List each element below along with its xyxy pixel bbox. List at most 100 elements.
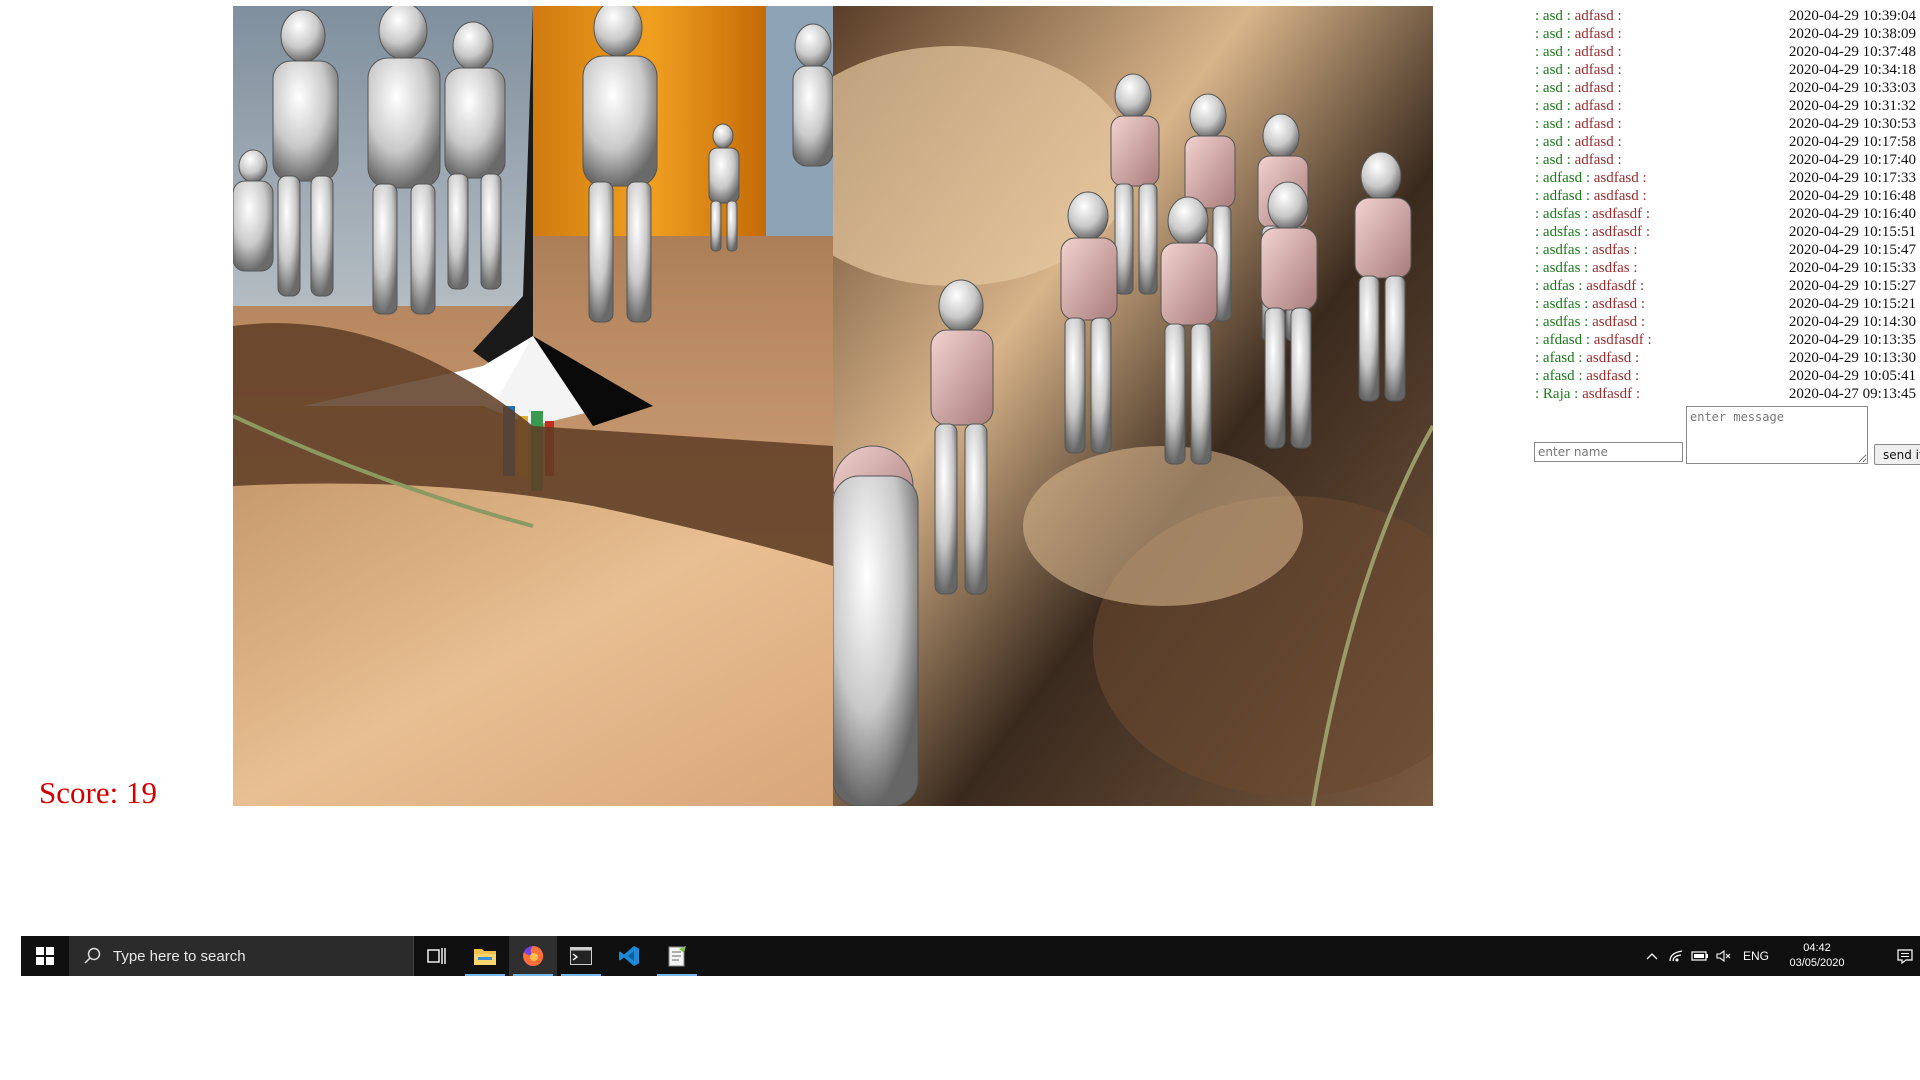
terminal-button[interactable] bbox=[557, 936, 605, 976]
windows-taskbar: Type here to search ENG 04:42 03/05/2020 bbox=[21, 936, 1920, 976]
game-view-right[interactable] bbox=[833, 6, 1433, 806]
chat-separator: : bbox=[1637, 314, 1646, 330]
chat-message-row: : adsfas : asdfasdf : 2020-04-29 10:15:51 bbox=[1535, 223, 1920, 241]
chat-separator: : bbox=[1580, 296, 1593, 312]
taskbar-clock[interactable]: 04:42 03/05/2020 bbox=[1776, 936, 1858, 976]
chat-separator: : bbox=[1562, 116, 1575, 132]
chat-message-row: : asd : adfasd : 2020-04-29 10:39:04 bbox=[1535, 7, 1920, 25]
chat-sender-name: asd bbox=[1542, 80, 1563, 96]
show-hidden-icons-button[interactable] bbox=[1640, 936, 1664, 976]
chat-timestamp: 2020-04-29 10:15:33 bbox=[1788, 260, 1916, 276]
clock-time: 04:42 bbox=[1803, 942, 1831, 954]
chat-separator: : bbox=[1570, 386, 1583, 402]
chat-timestamp: 2020-04-29 10:34:18 bbox=[1788, 62, 1916, 78]
send-button[interactable]: send it bbox=[1874, 444, 1920, 465]
name-input[interactable] bbox=[1534, 442, 1683, 462]
firefox-button[interactable] bbox=[509, 936, 557, 976]
vscode-button[interactable] bbox=[605, 936, 653, 976]
start-button[interactable] bbox=[21, 936, 69, 976]
volume-button[interactable] bbox=[1712, 936, 1736, 976]
battery-button[interactable] bbox=[1688, 936, 1712, 976]
chat-message-text: adfasd bbox=[1574, 26, 1614, 42]
chat-timestamp: 2020-04-29 10:17:58 bbox=[1788, 134, 1916, 150]
chat-separator: : bbox=[1580, 260, 1593, 276]
chat-message: : afdasd : asdfasdf : bbox=[1535, 331, 1652, 349]
language-indicator[interactable]: ENG bbox=[1736, 936, 1776, 976]
chat-message: : asd : adfasd : bbox=[1535, 25, 1622, 43]
chat-message-text: asdfasd bbox=[1593, 188, 1639, 204]
chat-message-text: adfasd bbox=[1574, 98, 1614, 114]
chat-message-row: : asd : adfasd : 2020-04-29 10:17:40 bbox=[1535, 151, 1920, 169]
taskbar-search-box[interactable]: Type here to search bbox=[69, 936, 414, 976]
chat-separator: : bbox=[1574, 368, 1587, 384]
chat-message-row: : asd : adfasd : 2020-04-29 10:38:09 bbox=[1535, 25, 1920, 43]
chat-separator: : bbox=[1643, 332, 1652, 348]
file-explorer-button[interactable] bbox=[461, 936, 509, 976]
chat-separator: : bbox=[1631, 350, 1640, 366]
chat-separator: : bbox=[1535, 278, 1543, 294]
vscode-icon bbox=[619, 946, 639, 966]
chat-message: : asdfas : asdfasd : bbox=[1535, 295, 1645, 313]
chat-sender-name: adsfas bbox=[1542, 206, 1581, 222]
chat-separator: : bbox=[1535, 80, 1543, 96]
chat-message-text: adfasd bbox=[1574, 134, 1614, 150]
chat-timestamp: 2020-04-29 10:39:04 bbox=[1788, 8, 1916, 24]
chat-sender-name: asd bbox=[1542, 152, 1563, 168]
chat-separator: : bbox=[1562, 62, 1575, 78]
chat-separator: : bbox=[1613, 44, 1622, 60]
chat-sender-name: adfas bbox=[1542, 278, 1575, 294]
chat-separator: : bbox=[1631, 368, 1640, 384]
chat-separator: : bbox=[1629, 242, 1638, 258]
chat-timestamp: 2020-04-29 10:33:03 bbox=[1788, 80, 1916, 96]
chat-message-row: : adsfas : asdfasdf : 2020-04-29 10:16:40 bbox=[1535, 205, 1920, 223]
chat-message-text: asdfasd bbox=[1592, 296, 1638, 312]
network-button[interactable] bbox=[1664, 936, 1688, 976]
chat-separator: : bbox=[1629, 260, 1638, 276]
language-label: ENG bbox=[1742, 949, 1769, 963]
chat-separator: : bbox=[1535, 350, 1543, 366]
chat-separator: : bbox=[1535, 134, 1543, 150]
chat-separator: : bbox=[1535, 62, 1543, 78]
chat-separator: : bbox=[1613, 62, 1622, 78]
chat-message-row: : afdasd : asdfasdf : 2020-04-29 10:13:35 bbox=[1535, 331, 1920, 349]
chat-timestamp: 2020-04-29 10:15:21 bbox=[1788, 296, 1916, 312]
message-input[interactable] bbox=[1686, 406, 1868, 464]
chat-separator: : bbox=[1580, 206, 1593, 222]
chat-message: : afasd : asdfasd : bbox=[1535, 349, 1639, 367]
chat-separator: : bbox=[1642, 206, 1650, 222]
chat-separator: : bbox=[1535, 224, 1543, 240]
chat-separator: : bbox=[1562, 26, 1575, 42]
chat-message-row: : afasd : asdfasd : 2020-04-29 10:13:30 bbox=[1535, 349, 1920, 367]
chat-message-text: adfasd bbox=[1574, 8, 1614, 24]
chat-message: : afasd : asdfasd : bbox=[1535, 367, 1639, 385]
chat-timestamp: 2020-04-29 10:31:32 bbox=[1788, 98, 1916, 114]
action-center-button[interactable] bbox=[1890, 936, 1920, 976]
chat-message-row: : asd : adfasd : 2020-04-29 10:37:48 bbox=[1535, 43, 1920, 61]
chat-message-text: adfasd bbox=[1574, 62, 1614, 78]
chat-message-row: : afasd : asdfasd : 2020-04-29 10:05:41 bbox=[1535, 367, 1920, 385]
chat-separator: : bbox=[1535, 98, 1543, 114]
chat-sender-name: asdfas bbox=[1542, 296, 1581, 312]
chat-separator: : bbox=[1613, 80, 1622, 96]
chat-message: : asd : adfasd : bbox=[1535, 7, 1622, 25]
chevron-up-icon bbox=[1646, 953, 1658, 960]
chat-separator: : bbox=[1642, 224, 1650, 240]
task-view-button[interactable] bbox=[413, 936, 461, 976]
notepad-plus-plus-button[interactable] bbox=[653, 936, 701, 976]
game-view-left[interactable] bbox=[233, 6, 833, 806]
chat-message-text: asdfasdf bbox=[1592, 224, 1643, 240]
chat-message: : adsfas : asdfasdf : bbox=[1535, 205, 1650, 223]
chat-message: : asd : adfasd : bbox=[1535, 115, 1622, 133]
chat-message-text: adfasd bbox=[1574, 44, 1614, 60]
chat-timestamp: 2020-04-29 10:38:09 bbox=[1788, 26, 1916, 42]
chat-message-text: asdfas bbox=[1592, 260, 1630, 276]
chat-separator: : bbox=[1535, 260, 1543, 276]
chat-timestamp: 2020-04-29 10:16:48 bbox=[1788, 188, 1916, 204]
firefox-icon bbox=[523, 945, 544, 966]
chat-timestamp: 2020-04-29 10:15:47 bbox=[1788, 242, 1916, 258]
chat-separator: : bbox=[1613, 98, 1622, 114]
chat-message-row: : Raja : asdfasdf : 2020-04-27 09:13:45 bbox=[1535, 385, 1920, 403]
chat-sender-name: afdasd bbox=[1542, 332, 1583, 348]
chat-separator: : bbox=[1574, 278, 1587, 294]
chat-timestamp: 2020-04-29 10:37:48 bbox=[1788, 44, 1916, 60]
